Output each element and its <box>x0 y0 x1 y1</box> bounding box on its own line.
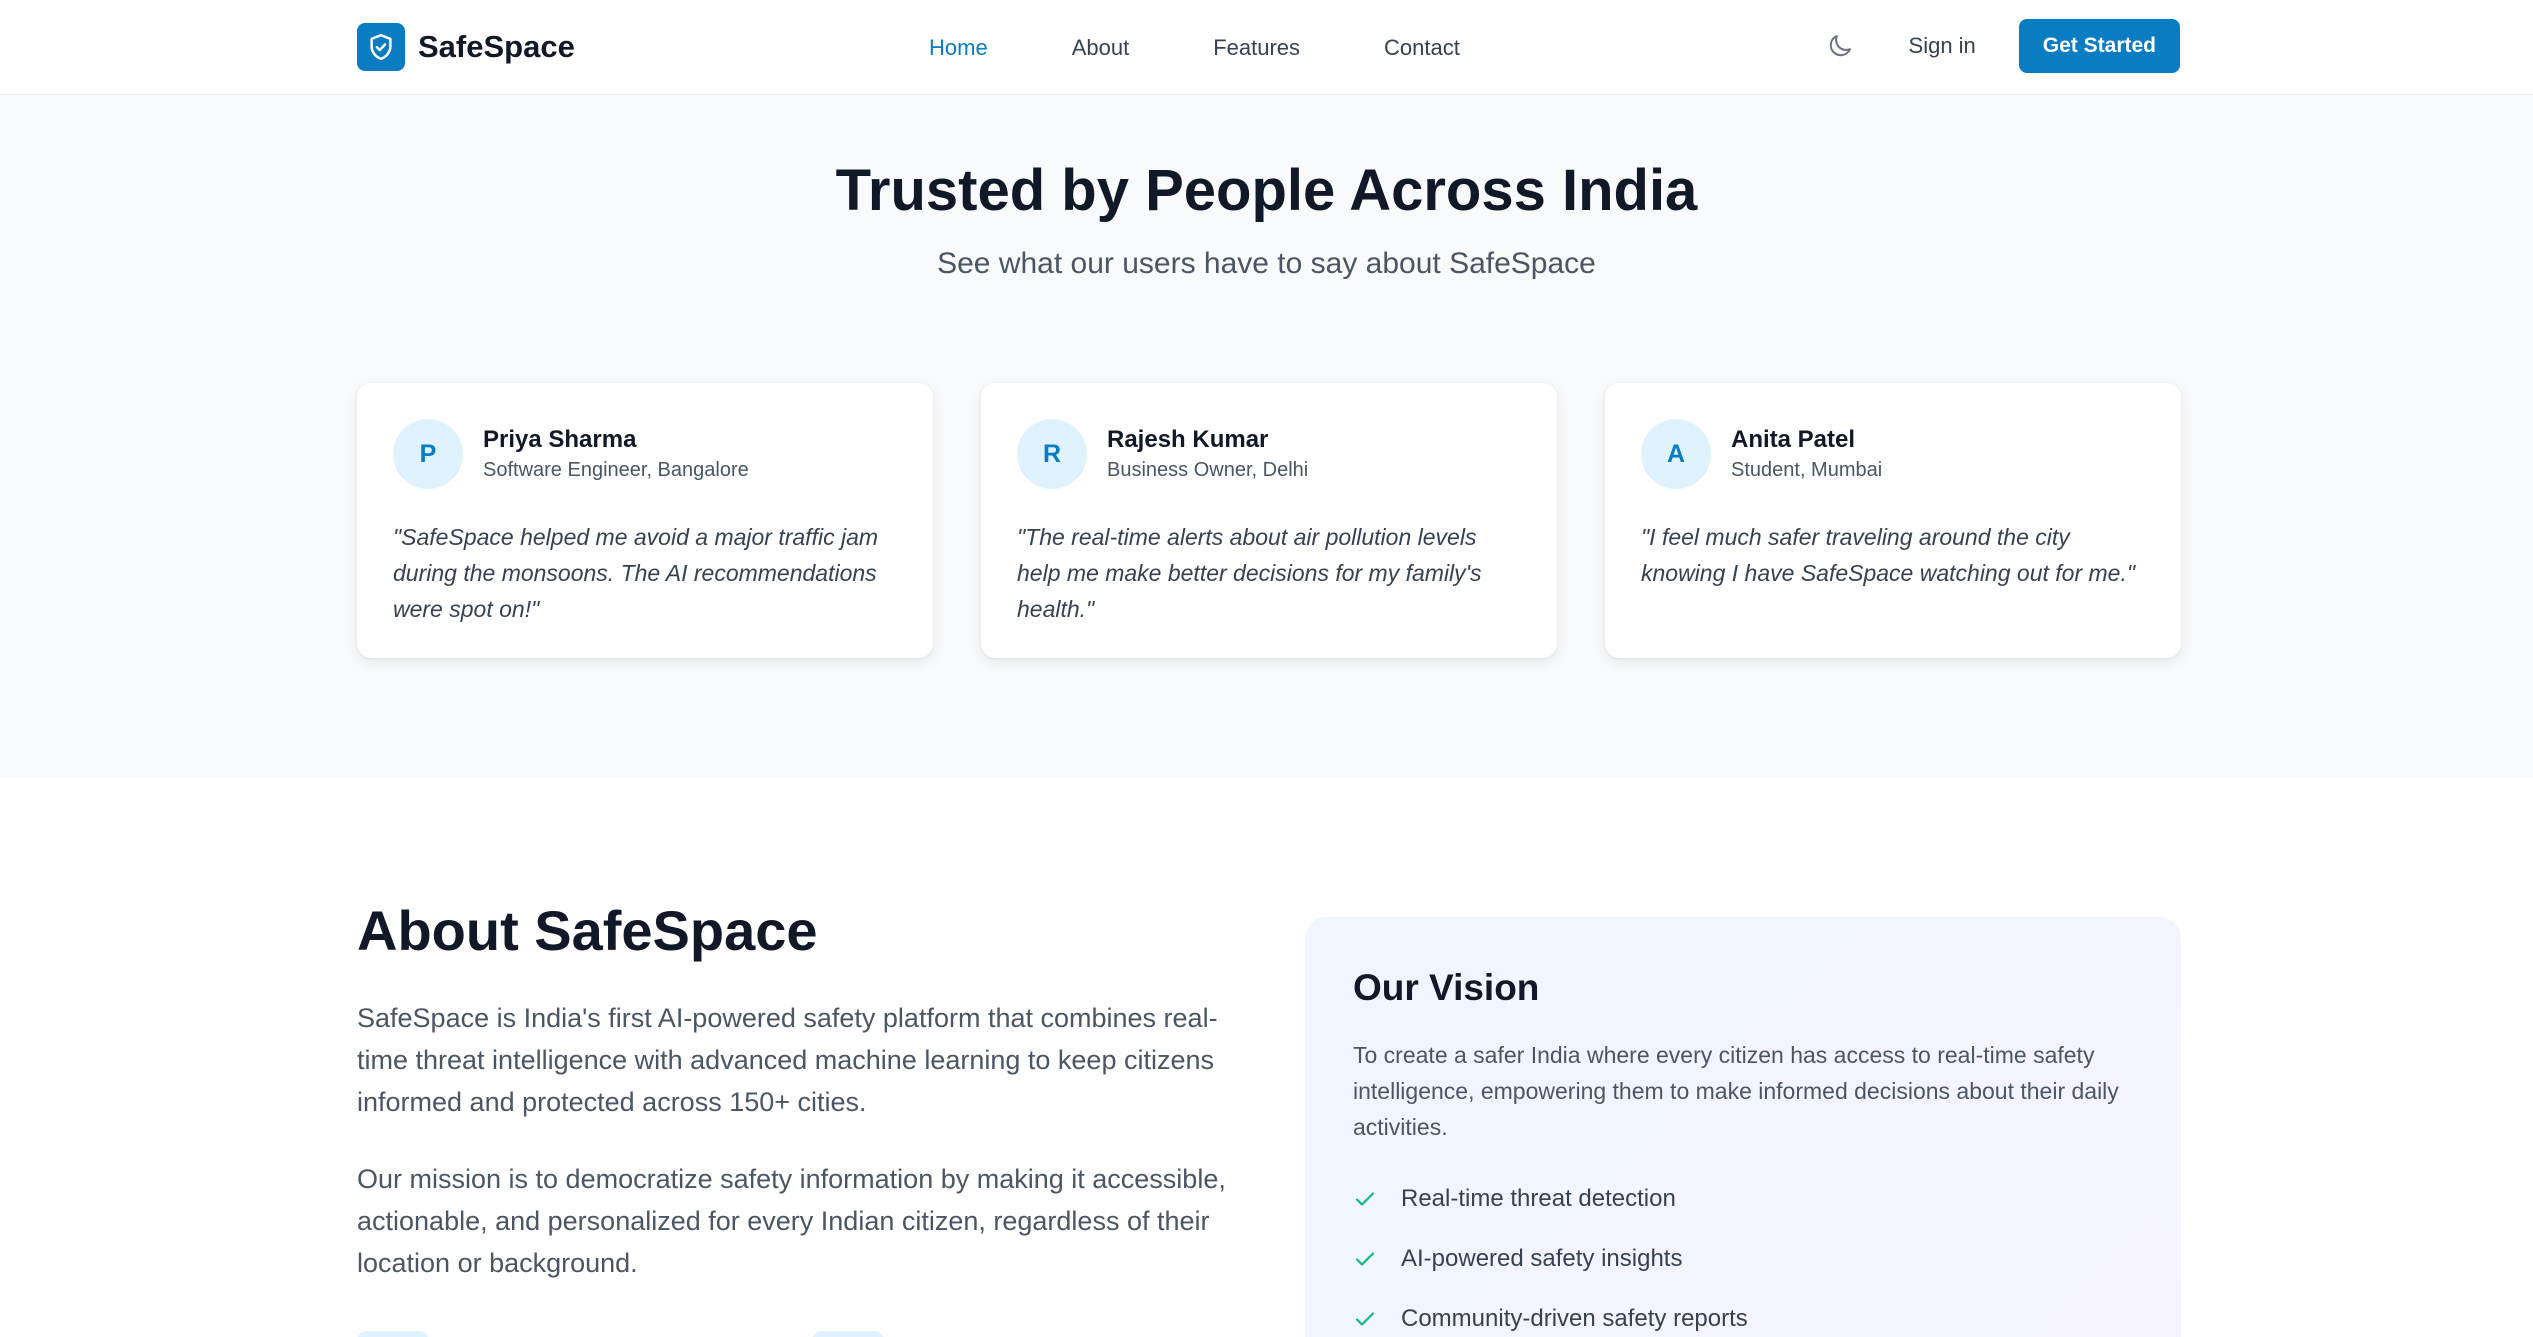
testimonial-role: Software Engineer, Bangalore <box>483 459 749 481</box>
navbar: SafeSpace Home About Features Contact Si… <box>0 0 2533 95</box>
list-item: Community-driven safety reports <box>1353 1289 2133 1337</box>
testimonials-subtitle: See what our users have to say about Saf… <box>937 247 1596 280</box>
avatar: P <box>393 419 463 489</box>
testimonials-title: Trusted by People Across India <box>835 158 1698 223</box>
vision-point: Community-driven safety reports <box>1401 1305 1748 1332</box>
get-started-button[interactable]: Get Started <box>2018 19 2180 73</box>
testimonial-quote: "The real-time alerts about air pollutio… <box>1017 524 1482 622</box>
testimonial-name: Anita Patel <box>1731 426 1856 453</box>
vision-text: To create a safer India where every citi… <box>1353 1042 2119 1140</box>
moon-icon <box>1829 35 1851 57</box>
vision-card: Our Vision To create a safer India where… <box>1305 917 2181 1337</box>
brand-link[interactable]: SafeSpace <box>357 22 575 72</box>
stat-icon <box>357 1331 429 1337</box>
testimonial-card: R Rajesh Kumar Business Owner, Delhi "Th… <box>981 383 1557 658</box>
brand-name: SafeSpace <box>418 29 575 64</box>
nav-link-about[interactable]: About <box>1072 35 1130 61</box>
about-paragraph: SafeSpace is India's first AI-powered sa… <box>357 1003 1218 1117</box>
avatar: R <box>1017 419 1087 489</box>
shield-icon <box>357 23 405 71</box>
testimonial-name: Priya Sharma <box>483 426 637 453</box>
testimonial-quote: "I feel much safer traveling around the … <box>1641 524 2136 586</box>
testimonial-role: Student, Mumbai <box>1731 459 1883 481</box>
check-icon <box>1355 1192 1375 1206</box>
about-paragraph: Our mission is to democratize safety inf… <box>357 1164 1226 1278</box>
testimonial-card: A Anita Patel Student, Mumbai "I feel mu… <box>1605 383 2181 658</box>
list-item: AI-powered safety insights <box>1353 1229 2133 1289</box>
vision-list: Real-time threat detection AI-powered sa… <box>1353 1169 2133 1337</box>
testimonial-name: Rajesh Kumar <box>1107 426 1269 453</box>
nav-link-home[interactable]: Home <box>929 35 988 61</box>
vision-point: AI-powered safety insights <box>1401 1245 1683 1272</box>
vision-point: Real-time threat detection <box>1401 1185 1676 1212</box>
nav-link-contact[interactable]: Contact <box>1384 35 1460 61</box>
nav-actions: Sign in Get Started <box>1818 19 2180 73</box>
check-icon <box>1355 1252 1375 1266</box>
stat-icon <box>812 1331 884 1337</box>
about-title: About SafeSpace <box>357 899 818 962</box>
testimonial-role: Business Owner, Delhi <box>1107 459 1309 481</box>
check-icon <box>1355 1312 1375 1326</box>
testimonials-section: Trusted by People Across India See what … <box>0 95 2533 778</box>
sign-in-link[interactable]: Sign in <box>1909 33 1976 59</box>
vision-title: Our Vision <box>1353 967 1540 1008</box>
testimonial-quote: "SafeSpace helped me avoid a major traff… <box>393 524 879 622</box>
main-nav: Home About Features Contact <box>929 30 1460 66</box>
list-item: Real-time threat detection <box>1353 1169 2133 1229</box>
testimonial-card: P Priya Sharma Software Engineer, Bangal… <box>357 383 933 658</box>
avatar: A <box>1641 419 1711 489</box>
theme-toggle-button[interactable] <box>1818 24 1862 68</box>
nav-link-features[interactable]: Features <box>1213 35 1300 61</box>
